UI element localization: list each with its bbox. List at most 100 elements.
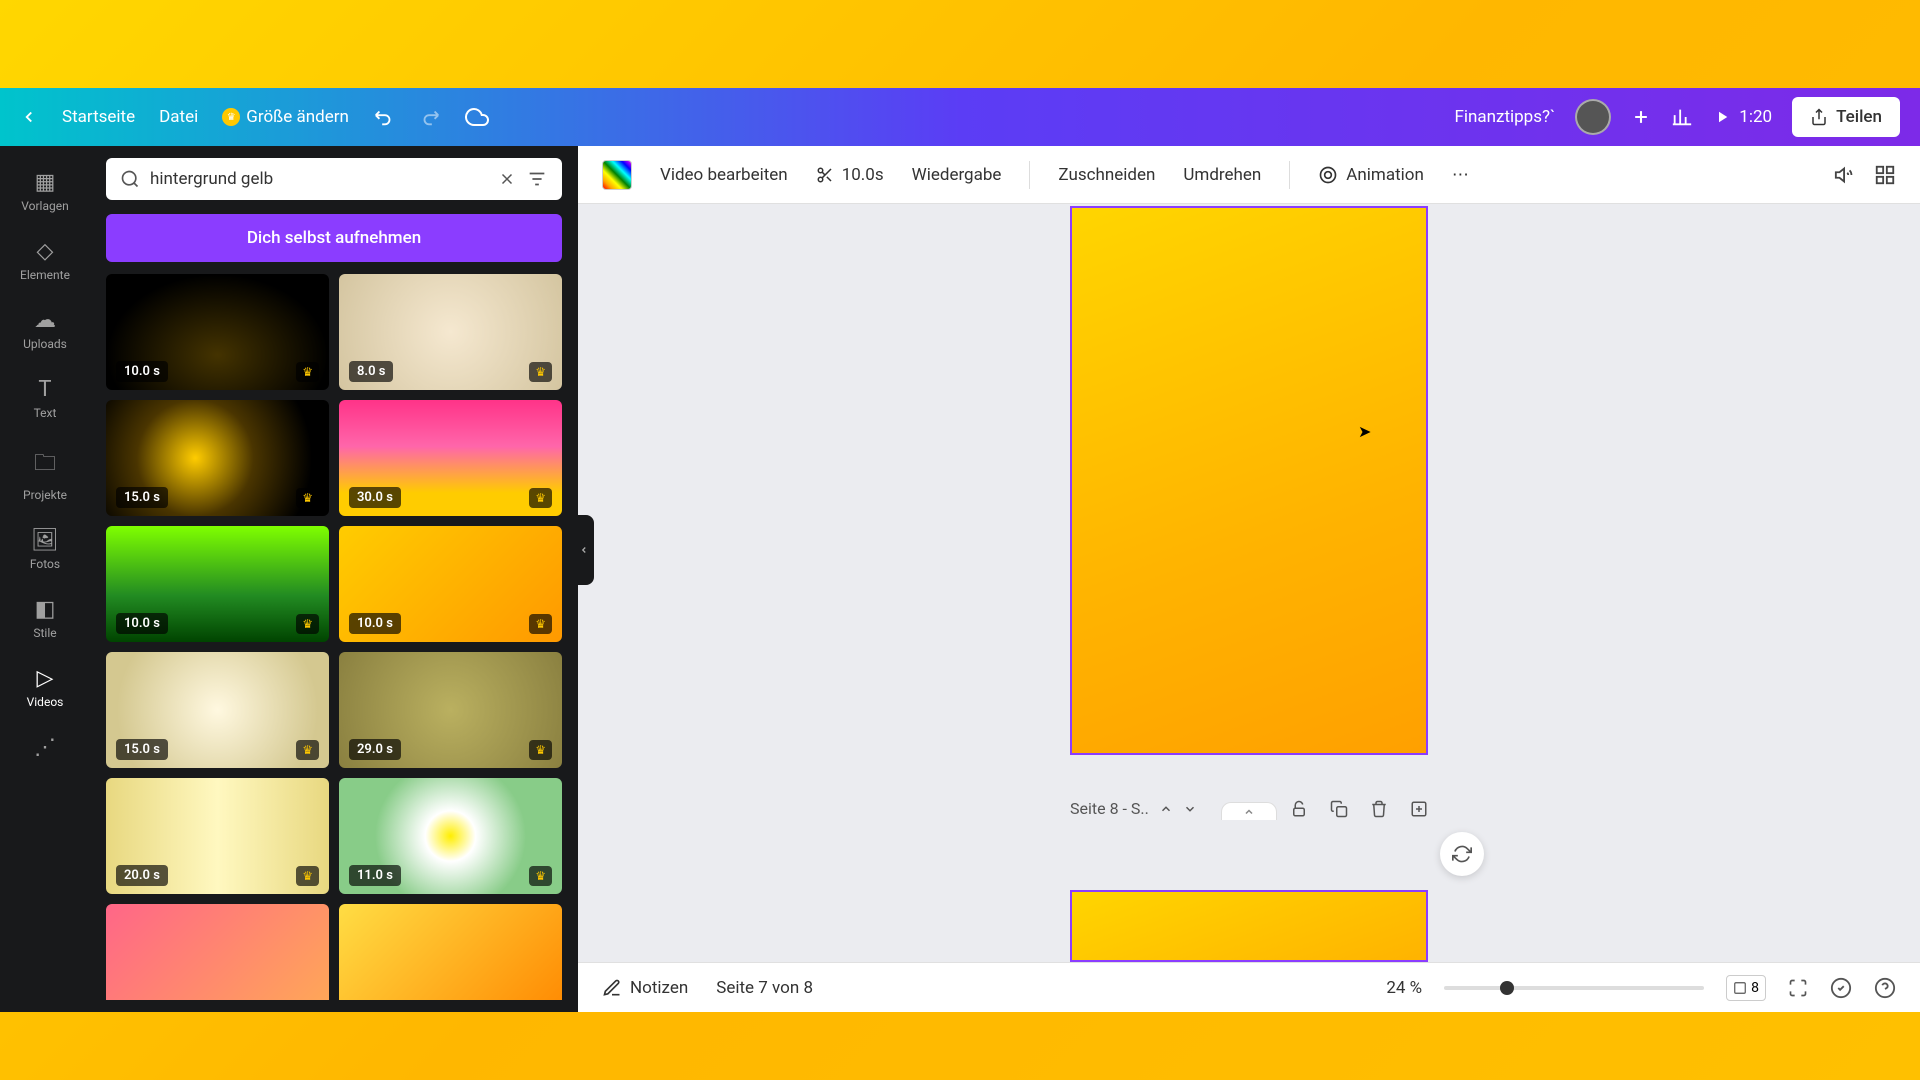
duration-badge: 15.0 s xyxy=(116,487,168,508)
video-result-item[interactable]: 20.0 s♛ xyxy=(106,778,329,894)
share-button[interactable]: Teilen xyxy=(1792,97,1900,137)
duration-badge: 15.0 s xyxy=(116,739,168,760)
rail-videos[interactable]: ▷ Videos xyxy=(0,654,90,721)
search-box xyxy=(106,158,562,200)
video-result-item[interactable]: 10.0 s♛ xyxy=(106,526,329,642)
video-result-item[interactable]: 29.0 s♛ xyxy=(339,652,562,768)
document-title[interactable]: Finanztipps?` xyxy=(1454,107,1555,127)
help-button[interactable] xyxy=(1874,977,1896,999)
record-yourself-button[interactable]: Dich selbst aufnehmen xyxy=(106,214,562,262)
video-result-item[interactable]: 15.0 s ♛ xyxy=(106,652,329,768)
resize-button[interactable]: ♛ Größe ändern xyxy=(222,107,349,127)
video-result-item[interactable]: 10.0 s♛ xyxy=(339,526,562,642)
rail-templates[interactable]: ▦ Vorlagen xyxy=(0,158,90,225)
fullscreen-button[interactable] xyxy=(1788,978,1808,998)
transparency-button[interactable] xyxy=(1874,164,1896,186)
duration-badge: 30.0 s xyxy=(349,487,401,508)
add-page-button[interactable] xyxy=(1410,800,1428,818)
zoom-slider[interactable] xyxy=(1444,986,1704,990)
zoom-percent[interactable]: 24 % xyxy=(1386,978,1422,998)
flip-button[interactable]: Umdrehen xyxy=(1183,165,1261,185)
divider xyxy=(1029,161,1030,189)
side-panel: Dich selbst aufnehmen 10.0 s♛8.0 s♛15.0 … xyxy=(90,146,578,1012)
video-result-item[interactable]: 11.0 s♛ xyxy=(339,778,562,894)
notes-label: Notizen xyxy=(630,978,688,998)
more-options-button[interactable]: ⋯ xyxy=(1452,165,1469,185)
page-indicator[interactable]: Seite 7 von 8 xyxy=(716,978,813,998)
duplicate-button[interactable] xyxy=(1330,800,1348,818)
playback-button[interactable]: Wiedergabe xyxy=(912,165,1002,185)
canvas-area: Video bearbeiten 10.0s Wiedergabe Zuschn… xyxy=(578,146,1920,1012)
cursor-icon: ➤ xyxy=(1358,422,1371,441)
video-result-item[interactable]: 8.0 s♛ xyxy=(339,274,562,390)
rail-videos-label: Videos xyxy=(27,695,64,709)
back-button[interactable] xyxy=(20,108,38,126)
rail-photos[interactable]: 🖼 Fotos xyxy=(0,516,90,583)
undo-button[interactable] xyxy=(373,106,395,128)
check-button[interactable] xyxy=(1830,977,1852,999)
duration-badge: 10.0 s xyxy=(349,613,401,634)
video-result-item[interactable] xyxy=(339,904,562,1000)
duration-badge: 11.0 s xyxy=(349,865,401,886)
canvas-page[interactable]: ➤ xyxy=(1070,206,1428,755)
clear-search-button[interactable] xyxy=(498,170,516,188)
rail-projects[interactable]: 🗀 Projekte xyxy=(0,434,90,514)
more-icon: ⋰ xyxy=(34,735,56,760)
avatar[interactable] xyxy=(1575,99,1611,135)
rail-elements[interactable]: ◇ Elemente xyxy=(0,227,90,294)
divider xyxy=(1289,161,1290,189)
crop-button[interactable]: Zuschneiden xyxy=(1058,165,1155,185)
file-menu[interactable]: Datei xyxy=(159,107,198,127)
audio-button[interactable] xyxy=(1834,164,1856,186)
lock-button[interactable] xyxy=(1290,800,1308,818)
search-input[interactable] xyxy=(150,169,488,189)
home-link[interactable]: Startseite xyxy=(62,107,135,127)
play-preview-button[interactable]: 1:20 xyxy=(1713,107,1772,127)
premium-icon: ♛ xyxy=(529,740,552,760)
animation-button[interactable]: Animation xyxy=(1318,165,1424,185)
duration-badge: 8.0 s xyxy=(349,361,393,382)
page-down-button[interactable] xyxy=(1183,802,1197,816)
premium-icon: ♛ xyxy=(296,488,319,508)
cloud-sync-icon[interactable] xyxy=(465,105,489,129)
page-label: Seite 8 - S.. xyxy=(1070,799,1149,818)
add-member-button[interactable] xyxy=(1631,107,1651,127)
canvas-scroll[interactable]: ➤ Seite 8 - S.. xyxy=(578,204,1920,962)
refresh-button[interactable] xyxy=(1440,832,1484,876)
pages-overview-button[interactable]: 8 xyxy=(1726,975,1766,1001)
redo-button[interactable] xyxy=(419,106,441,128)
collapse-panel-button[interactable] xyxy=(574,515,594,585)
rail-more[interactable]: ⋰ xyxy=(0,723,90,772)
rail-projects-label: Projekte xyxy=(23,488,67,502)
rail-photos-label: Fotos xyxy=(30,557,60,571)
rail-uploads[interactable]: ☁ Uploads xyxy=(0,296,90,363)
expand-timeline-tab[interactable] xyxy=(1221,802,1277,820)
insights-button[interactable] xyxy=(1671,106,1693,128)
rail-styles[interactable]: ◧ Stile xyxy=(0,585,90,652)
edit-video-button[interactable]: Video bearbeiten xyxy=(660,165,788,185)
clip-duration-label: 10.0s xyxy=(842,165,884,185)
bottom-bar: Notizen Seite 7 von 8 24 % 8 xyxy=(578,962,1920,1012)
text-icon: T xyxy=(38,377,51,402)
projects-icon: 🗀 xyxy=(34,446,56,484)
video-result-item[interactable]: 10.0 s♛ xyxy=(106,274,329,390)
zoom-slider-handle[interactable] xyxy=(1500,981,1514,995)
video-result-item[interactable]: 30.0 s♛ xyxy=(339,400,562,516)
delete-button[interactable] xyxy=(1370,800,1388,818)
duration-badge: 10.0 s xyxy=(116,613,168,634)
video-results-grid: 10.0 s♛8.0 s♛15.0 s♛30.0 s♛10.0 s♛10.0 s… xyxy=(106,274,562,1000)
pages-count-label: 8 xyxy=(1751,980,1759,996)
premium-icon: ♛ xyxy=(296,740,319,760)
video-result-item[interactable] xyxy=(106,904,329,1000)
page-up-button[interactable] xyxy=(1159,802,1173,816)
clip-duration-button[interactable]: 10.0s xyxy=(816,165,884,185)
notes-button[interactable]: Notizen xyxy=(602,978,688,998)
video-result-item[interactable]: 15.0 s ♛ xyxy=(106,400,329,516)
filter-button[interactable] xyxy=(526,168,548,190)
canvas-page-next[interactable] xyxy=(1070,890,1428,962)
rail-text[interactable]: T Text xyxy=(0,365,90,432)
elements-icon: ◇ xyxy=(37,239,54,264)
left-rail: ▦ Vorlagen ◇ Elemente ☁ Uploads T Text 🗀… xyxy=(0,146,90,1012)
color-picker[interactable] xyxy=(602,160,632,190)
rail-templates-label: Vorlagen xyxy=(21,199,68,213)
